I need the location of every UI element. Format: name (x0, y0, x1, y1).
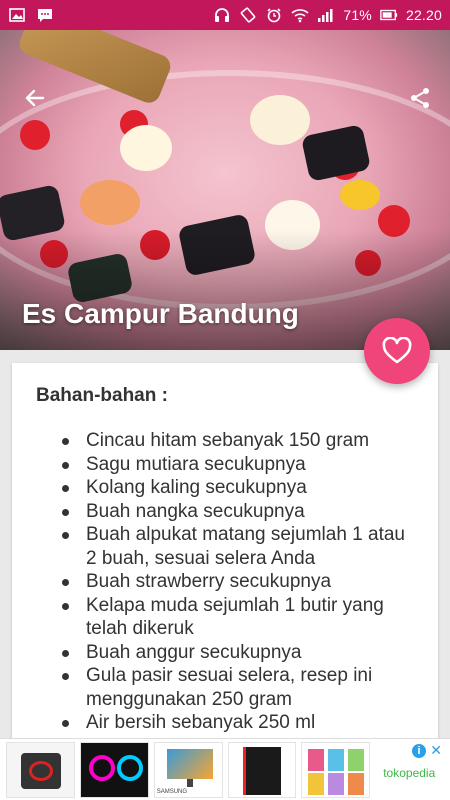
share-icon (411, 88, 429, 108)
ingredient-item: Buah strawberry secukupnya (62, 570, 414, 594)
ingredient-item: Kelapa muda sejumlah 1 butir yang telah … (62, 594, 414, 641)
battery-icon (380, 7, 398, 23)
ad-product-rgb-fans[interactable] (79, 741, 149, 798)
ad-product-phone-cases[interactable] (301, 741, 371, 798)
ad-banner[interactable]: SAMSUNG i ✕ tokopedia (0, 738, 450, 800)
ingredients-heading: Bahan-bahan : (36, 385, 168, 406)
heart-outline-icon (382, 337, 412, 364)
ad-thumbnail-caption: SAMSUNG (156, 788, 188, 795)
alarm-icon (265, 7, 283, 23)
headphones-icon (213, 7, 231, 23)
ad-product-monitor[interactable]: SAMSUNG (153, 741, 223, 798)
wifi-icon (291, 7, 309, 23)
recipe-title: Es Campur Bandung (22, 298, 299, 329)
ingredient-item: Cincau hitam sebanyak 150 gram (62, 429, 414, 453)
ingredient-item: Buah alpukat matang sejumlah 1 atau 2 bu… (62, 523, 414, 570)
ingredient-item: Buah nangka secukupnya (62, 500, 414, 524)
rotate-icon (239, 7, 257, 23)
battery-percent: 71% (343, 7, 372, 23)
ad-product-pc-case[interactable] (227, 741, 297, 798)
favorite-button[interactable] (364, 318, 430, 384)
ingredients-list: Cincau hitam sebanyak 150 gram Sagu muti… (36, 429, 414, 735)
back-arrow-icon (25, 89, 45, 107)
ad-product-cpu-cooler[interactable] (6, 741, 75, 798)
status-bar: 71% 22.20 (0, 0, 450, 30)
recipe-hero-image: Es Campur Bandung - (0, 30, 450, 350)
ingredient-item: Kolang kaling secukupnya (62, 476, 414, 500)
share-button[interactable] (402, 80, 438, 116)
recipe-subtitle: - (22, 344, 27, 350)
ingredients-card: Bahan-bahan : Cincau hitam sebanyak 150 … (12, 363, 438, 743)
ad-brand-area[interactable]: i ✕ tokopedia (375, 742, 444, 798)
back-button[interactable] (17, 80, 53, 116)
signal-icon (317, 7, 335, 23)
ad-close-icon[interactable]: ✕ (430, 742, 442, 759)
ingredient-item: Buah anggur secukupnya (62, 641, 414, 665)
ingredient-item: Sagu mutiara secukupnya (62, 453, 414, 477)
ingredient-item: Air bersih sebanyak 250 ml (62, 711, 414, 735)
gallery-notification-icon (8, 7, 26, 23)
ingredient-item: Gula pasir sesuai selera, resep ini meng… (62, 664, 414, 711)
clock: 22.20 (405, 7, 442, 23)
ad-info-icon[interactable]: i (412, 743, 427, 758)
chat-notification-icon (36, 7, 54, 23)
ad-brand-logo: tokopedia (383, 765, 436, 780)
